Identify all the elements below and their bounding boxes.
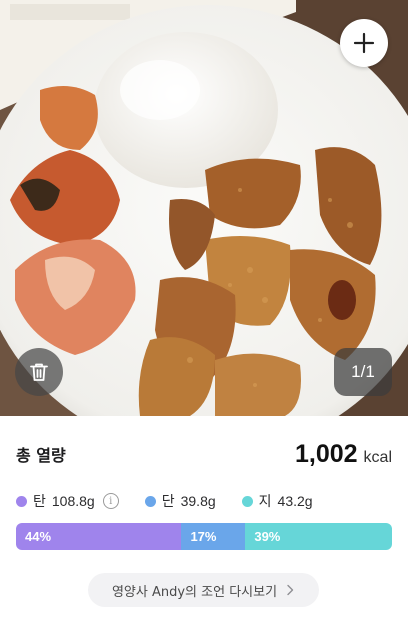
fat-ratio-text: 39% <box>254 529 281 544</box>
fat-color-dot <box>241 495 253 507</box>
photo-counter-text: 1/1 <box>351 362 375 381</box>
trash-icon <box>30 363 48 381</box>
macro-fat: 지 43.2g <box>241 491 313 511</box>
view-advice-label: 영양사 Andy의 조언 다시보기 <box>111 584 278 600</box>
macro-legend: 탄 108.8g i 단 39.8g 지 43.2g <box>16 490 313 512</box>
carbs-ratio-segment: 44% <box>16 523 182 550</box>
photo-counter: 1/1 <box>334 348 392 396</box>
total-calories-unit: kcal <box>363 448 392 466</box>
view-advice-button[interactable]: 영양사 Andy의 조언 다시보기 <box>88 573 319 607</box>
carbs-amount: 108.8g <box>51 493 95 509</box>
info-icon[interactable]: i <box>102 493 119 509</box>
protein-ratio-segment: 17% <box>181 523 246 550</box>
macro-ratio-bar: 44% 17% 39% <box>16 523 392 550</box>
carbs-label: 탄 <box>33 493 46 509</box>
protein-ratio-text: 17% <box>190 529 217 544</box>
carbs-color-dot <box>16 495 27 507</box>
protein-amount: 39.8g <box>180 493 216 509</box>
total-calories-value: 1,002 kcal <box>295 440 392 469</box>
carbs-ratio-text: 44% <box>25 529 52 544</box>
add-photo-button[interactable] <box>340 19 388 67</box>
total-calories-label: 총 열량 <box>16 446 66 465</box>
fat-label: 지 <box>258 493 272 509</box>
fat-ratio-segment: 39% <box>245 523 392 550</box>
protein-label: 단 <box>161 493 175 509</box>
macro-protein: 단 39.8g <box>144 491 216 511</box>
chevron-right-icon <box>287 584 294 596</box>
macro-carbs: 탄 108.8g i <box>16 491 119 511</box>
plus-icon <box>353 32 375 54</box>
meal-photo: 1/1 <box>0 0 408 416</box>
total-calories-number: 1,002 <box>294 439 358 468</box>
fat-amount: 43.2g <box>277 493 313 509</box>
total-calories-row: 총 열량 1,002 kcal <box>16 436 392 472</box>
delete-photo-button[interactable] <box>15 348 63 396</box>
protein-color-dot <box>144 495 156 507</box>
